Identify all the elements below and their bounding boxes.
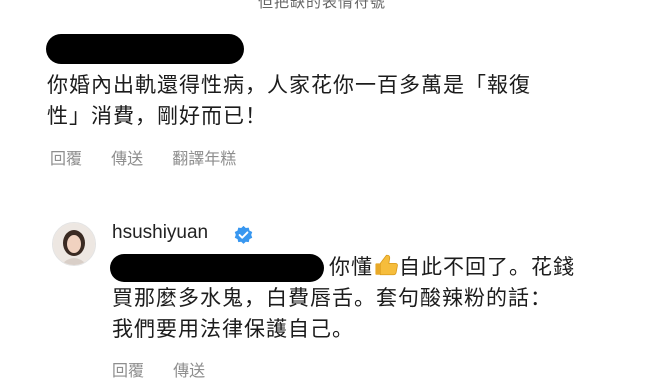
comment-2-line-1-part-a: 你懂 [329,255,373,279]
username[interactable]: hsushiyuan [112,222,208,244]
reply-button[interactable]: 回覆 [112,361,144,380]
comment-2-line-1-part-b: 自此不回了。花錢 [399,255,575,279]
comment-1-text: 你婚內出軌還得性病，人家花你一百多萬是「報復 性」消費，剛好而已！ [47,70,531,132]
reply-button[interactable]: 回覆 [50,149,82,168]
cropped-header-text: 但把缺的表情符號 [258,0,387,11]
comment-1-line-1: 你婚內出軌還得性病，人家花你一百多萬是「報復 [47,73,531,97]
share-button[interactable]: 傳送 [111,149,143,168]
comment-1-actions: 回覆 傳送 翻譯年糕 [50,145,260,169]
comment-2-line-3: 我們要用法律保護自己。 [112,317,354,341]
redacted-username-1 [46,34,244,64]
comment-2-line-1: 你懂 自此不回了。花錢 [112,252,575,283]
comment-2-line-2: 買那麼多水鬼，白費唇舌。套句酸辣粉的話： [112,286,552,310]
translate-button[interactable]: 翻譯年糕 [172,149,236,168]
avatar[interactable] [52,222,96,266]
avatar-image [53,223,95,265]
comment-2-actions: 回覆 傳送 [112,357,229,381]
thumbs-up-icon [375,254,398,276]
comment-1-line-2: 性」消費，剛好而已！ [47,104,267,128]
verified-badge-icon [234,225,253,244]
share-button[interactable]: 傳送 [173,361,205,380]
comment-2-text: 你懂 自此不回了。花錢 買那麼多水鬼，白費唇舌。套句酸辣粉的話： 我們要用法律保… [112,252,575,345]
